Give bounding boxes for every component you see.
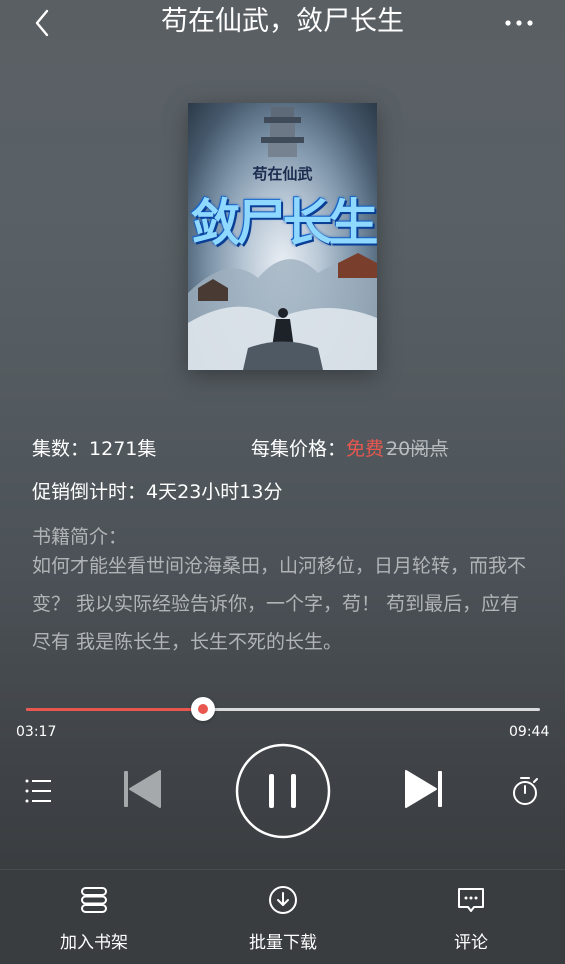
batch-download-label: 批量下载 [249, 933, 317, 953]
comment-icon [458, 888, 484, 912]
comment-button[interactable]: 评论 [401, 870, 541, 964]
add-to-shelf-button[interactable]: 加入书架 [24, 870, 164, 964]
more-dots-icon [505, 20, 533, 26]
price-free: 免费 [346, 438, 385, 460]
book-cover: 苟在仙武 敛尸长生 [188, 103, 377, 370]
episodes-label: 集数： [32, 438, 90, 460]
comment-label: 评论 [454, 933, 488, 953]
cover-big-title: 敛尸长生 [190, 193, 378, 252]
download-icon [269, 886, 297, 914]
current-time: 03:17 [16, 724, 57, 740]
progress-knob[interactable] [191, 697, 215, 721]
next-button[interactable] [402, 766, 446, 812]
synopsis-text: 如何才能坐看世间沧海桑田，山河移位，日月轮转，而我不变？ 我以实际经验告诉你，一… [32, 555, 527, 653]
progress-fill [26, 708, 203, 711]
episodes-value: 1271集 [89, 438, 157, 460]
header: 苟在仙武，敛尸长生 [0, 0, 565, 46]
countdown-value: 4天23小时13分 [146, 481, 283, 503]
total-time: 09:44 [509, 724, 550, 740]
price-original: 20阅点 [386, 438, 449, 460]
skip-previous-icon [124, 770, 161, 808]
back-button[interactable] [26, 6, 60, 40]
countdown-info: 促销倒计时：4天23小时13分 [32, 479, 282, 505]
timer-icon [513, 777, 538, 805]
list-icon [25, 779, 51, 803]
price-info: 每集价格：免费 20阅点 [251, 436, 448, 462]
batch-download-button[interactable]: 批量下载 [213, 870, 353, 964]
page-title: 苟在仙武，敛尸长生 [161, 6, 404, 37]
add-to-shelf-label: 加入书架 [60, 933, 128, 953]
episodes-info: 集数：1271集 [32, 436, 156, 462]
bottom-action-bar: 加入书架 批量下载 评论 [0, 869, 565, 964]
previous-button[interactable] [120, 766, 164, 812]
cover-small-title: 苟在仙武 [252, 165, 313, 183]
skip-next-icon [405, 770, 442, 808]
chevron-left-icon [35, 9, 49, 37]
playlist-button[interactable] [22, 774, 56, 808]
price-label: 每集价格： [251, 438, 347, 460]
countdown-label: 促销倒计时： [32, 481, 147, 503]
progress-slider[interactable] [26, 697, 540, 721]
pause-button[interactable] [235, 743, 331, 839]
pause-icon [235, 743, 331, 839]
bookshelf-icon [81, 887, 107, 913]
more-button[interactable] [500, 8, 540, 38]
synopsis-label: 书籍简介： [32, 526, 128, 548]
sleep-timer-button[interactable] [509, 773, 543, 809]
